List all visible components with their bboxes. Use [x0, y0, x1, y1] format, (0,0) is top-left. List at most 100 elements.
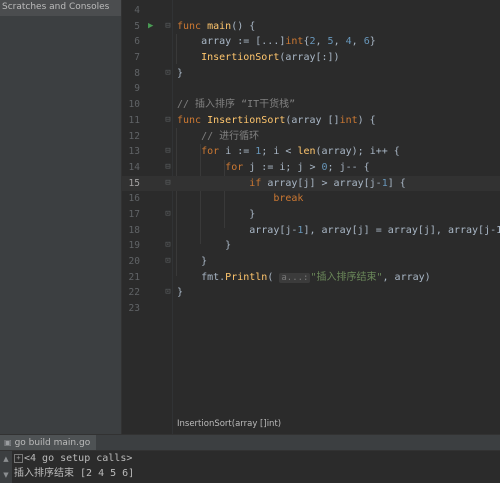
code-token: }	[177, 208, 256, 220]
fold-close-icon[interactable]: ⊡	[162, 285, 174, 301]
code-token: array := [...]	[177, 36, 286, 48]
rerun-down-icon[interactable]: ▼	[0, 467, 12, 483]
code-line[interactable]: 15 ⊟ if array[j] > array[j-1] {	[122, 175, 500, 192]
code-editor[interactable]: 4 5 ▶ ⊟ func main() {6 array := [...]int{2, …	[122, 0, 500, 434]
fold-close-icon[interactable]: ⊡	[162, 254, 174, 270]
line-number[interactable]: 10	[122, 97, 140, 113]
code-token: if	[249, 177, 268, 189]
code-token: ) {	[357, 114, 376, 126]
fold-close-icon[interactable]: ⊡	[162, 238, 174, 254]
fold-open-icon[interactable]: ⊟	[162, 19, 174, 35]
code-line[interactable]: 8 ⊡}	[122, 66, 500, 82]
code-line[interactable]: 10 // 插入排序 “IT干货栈”	[122, 97, 500, 113]
code-text: if array[j] > array[j-1] {	[177, 176, 406, 192]
line-number[interactable]: 13	[122, 144, 140, 160]
rerun-up-icon[interactable]: ▲	[0, 451, 12, 467]
code-line[interactable]: 17 ⊡ }	[122, 207, 500, 223]
code-token: () {	[231, 20, 256, 32]
fold-open-icon[interactable]: ⊟	[162, 113, 174, 129]
line-number[interactable]: 14	[122, 160, 140, 176]
line-number[interactable]: 9	[122, 81, 140, 97]
editor-lines: 4 5 ▶ ⊟ func main() {6 array := [...]int{2, …	[122, 3, 500, 317]
code-token: break	[273, 193, 304, 205]
code-text: for j := i; j > 0; j-- {	[177, 160, 370, 176]
line-number[interactable]: 15	[122, 176, 140, 192]
line-number[interactable]: 12	[122, 129, 140, 145]
run-gutter-icon[interactable]: ▶	[148, 19, 153, 35]
code-token: InsertionSort	[207, 114, 286, 126]
project-panel: Scratches and Consoles	[0, 0, 122, 434]
line-number[interactable]: 16	[122, 191, 140, 207]
code-line[interactable]: 7 InsertionSort(array[:])	[122, 50, 500, 66]
fold-open-icon[interactable]: ⊟	[162, 176, 174, 192]
line-number[interactable]: 5	[122, 19, 140, 35]
line-number[interactable]: 7	[122, 50, 140, 66]
console-output[interactable]: + <4 go setup calls> 插入排序结束 [2 4 5 6]	[14, 451, 500, 481]
code-line[interactable]: 23	[122, 301, 500, 317]
line-number[interactable]: 11	[122, 113, 140, 129]
code-text: break	[177, 191, 303, 207]
code-text: for i := 1; i < len(array); i++ {	[177, 144, 400, 160]
code-token: int	[285, 36, 304, 48]
code-token: Println	[225, 271, 268, 283]
code-token: ,	[315, 36, 328, 48]
code-token: InsertionSort	[201, 52, 280, 64]
code-line[interactable]: 13 ⊟ for i := 1; i < len(array); i++ {	[122, 144, 500, 160]
line-number[interactable]: 4	[122, 3, 140, 19]
run-tabbar: ▣ go build main.go	[0, 435, 500, 451]
line-number[interactable]: 19	[122, 238, 140, 254]
code-token: , array)	[382, 271, 431, 283]
fold-open-icon[interactable]: ⊟	[162, 144, 174, 160]
run-tab[interactable]: ▣ go build main.go	[0, 435, 97, 450]
parameter-hint: a...:	[279, 272, 311, 283]
sidebar-item-scratches[interactable]: Scratches and Consoles	[0, 0, 121, 16]
code-line[interactable]: 9	[122, 81, 500, 97]
line-number[interactable]: 20	[122, 254, 140, 270]
code-token: ,	[333, 36, 346, 48]
code-token: ] {	[387, 177, 406, 189]
line-number[interactable]: 23	[122, 301, 140, 317]
code-line[interactable]: 22 ⊡}	[122, 285, 500, 301]
code-token: }	[177, 240, 232, 252]
line-number[interactable]: 18	[122, 223, 140, 239]
code-line[interactable]: 4	[122, 3, 500, 19]
code-token: len	[297, 146, 316, 158]
code-token: // 进行循环	[177, 130, 260, 142]
fold-close-icon[interactable]: ⊡	[162, 66, 174, 82]
expand-icon[interactable]: +	[14, 453, 23, 463]
code-line[interactable]: 19 ⊡ }	[122, 238, 500, 254]
code-line[interactable]: 21 fmt.Println( a...: "插入排序结束", array)	[122, 270, 500, 286]
code-line[interactable]: 20 ⊡ }	[122, 254, 500, 270]
code-line[interactable]: 16 break	[122, 191, 500, 207]
code-line[interactable]: 5 ▶ ⊟ func main() {	[122, 19, 500, 35]
code-token: (array []	[285, 114, 340, 126]
code-token: "插入排序结束"	[310, 271, 383, 283]
run-toolbar: ▲ ▼	[0, 451, 12, 483]
code-text: }	[177, 66, 183, 82]
run-panel: ▣ go build main.go ▲ ▼ + <4 go setup calls…	[0, 434, 500, 483]
code-line[interactable]: 14 ⊟ for j := i; j > 0; j-- {	[122, 160, 500, 176]
code-token: i :=	[225, 146, 256, 158]
code-text: // 插入排序 “IT干货栈”	[177, 97, 295, 113]
line-number[interactable]: 17	[122, 207, 140, 223]
code-line[interactable]: 6 array := [...]int{2, 5, 4, 6}	[122, 34, 500, 50]
fold-open-icon[interactable]: ⊟	[162, 160, 174, 176]
fold-close-icon[interactable]: ⊡	[162, 207, 174, 223]
go-file-icon: ▣	[4, 438, 12, 447]
code-token: ; j-- {	[327, 161, 370, 173]
code-token: (array[:])	[279, 52, 340, 64]
line-number[interactable]: 8	[122, 66, 140, 82]
code-text: fmt.Println( a...: "插入排序结束", array)	[177, 270, 431, 287]
code-line[interactable]: 18 array[j-1], array[j] = array[j], arra…	[122, 223, 500, 239]
code-line[interactable]: 11 ⊟ func InsertionSort(array []int) {	[122, 113, 500, 129]
code-text: }	[177, 254, 207, 270]
line-number[interactable]: 6	[122, 34, 140, 50]
code-token: ; i <	[261, 146, 298, 158]
code-token: for	[225, 161, 250, 173]
breadcrumb[interactable]: InsertionSort(array []int)	[177, 416, 281, 432]
code-line[interactable]: 12 // 进行循环	[122, 129, 500, 145]
line-number[interactable]: 21	[122, 270, 140, 286]
line-number[interactable]: 22	[122, 285, 140, 301]
